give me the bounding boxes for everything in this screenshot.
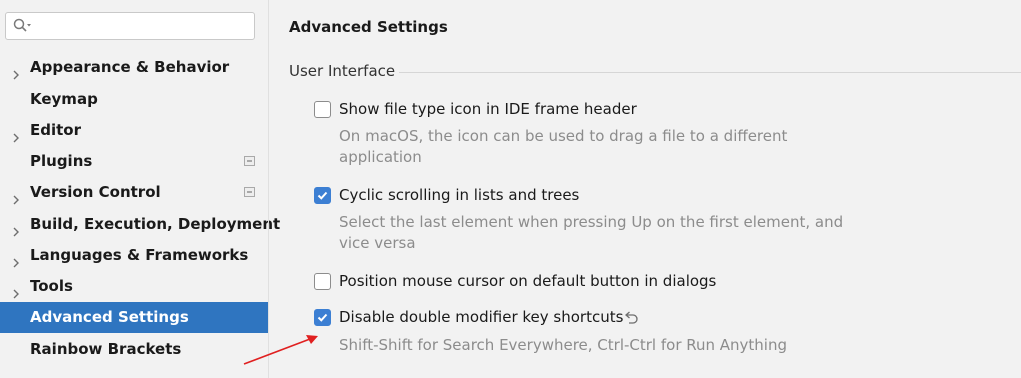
option-description-line: application [339, 148, 422, 166]
chevron-right-icon [10, 124, 22, 143]
section-title: User Interface [289, 62, 396, 80]
sidebar-item-label: Advanced Settings [30, 308, 189, 326]
option-description: Shift-Shift for Search Everywhere, Ctrl-… [339, 335, 859, 356]
sidebar-item-label: Appearance & Behavior [30, 58, 230, 76]
chevron-right-icon [10, 186, 22, 205]
position-mouse-cursor-checkbox[interactable] [314, 273, 331, 290]
settings-sidebar: Appearance & Behavior Keymap Editor Plug… [0, 0, 280, 378]
chevron-right-icon [10, 61, 22, 80]
search-input[interactable] [5, 12, 255, 40]
checkmark-icon [317, 313, 328, 322]
checkmark-icon [317, 191, 328, 200]
option-description: On macOS, the icon can be used to drag a… [339, 126, 859, 168]
sidebar-item-build-execution-deployment[interactable]: Build, Execution, Deployment [0, 209, 280, 240]
sidebar-item-label: Version Control [30, 183, 161, 201]
sidebar-item-rainbow-brackets[interactable]: Rainbow Brackets [0, 334, 268, 365]
option-label: Cyclic scrolling in lists and trees [339, 186, 580, 204]
settings-content: Advanced Settings User Interface Show fi… [269, 0, 1021, 378]
project-level-icon [244, 187, 255, 197]
search-icon [13, 18, 33, 38]
option-label: Position mouse cursor on default button … [339, 272, 717, 290]
chevron-right-icon [10, 280, 22, 299]
sidebar-item-label: Rainbow Brackets [30, 340, 182, 358]
sidebar-item-tools[interactable]: Tools [0, 271, 268, 302]
sidebar-item-label: Editor [30, 121, 81, 139]
option-label: Disable double modifier key shortcuts [339, 308, 624, 326]
disable-double-modifier-checkbox[interactable] [314, 309, 331, 326]
option-description-line: On macOS, the icon can be used to drag a… [339, 127, 788, 145]
chevron-right-icon [10, 249, 22, 268]
option-description: Select the last element when pressing Up… [339, 212, 859, 254]
page-title: Advanced Settings [289, 18, 448, 36]
option-description-line: Shift-Shift for Search Everywhere, Ctrl-… [339, 336, 788, 354]
option-description-line: Select the last element when pressing Up… [339, 213, 844, 231]
sidebar-item-label: Build, Execution, Deployment [30, 215, 281, 233]
sidebar-item-label: Keymap [30, 90, 98, 108]
sidebar-item-plugins[interactable]: Plugins [0, 146, 268, 177]
sidebar-item-appearance-behavior[interactable]: Appearance & Behavior [0, 52, 268, 83]
section-divider [399, 72, 1021, 73]
sidebar-item-label: Languages & Frameworks [30, 246, 249, 264]
sidebar-item-label: Tools [30, 277, 73, 295]
sidebar-item-advanced-settings[interactable]: Advanced Settings [0, 302, 268, 333]
sidebar-item-languages-frameworks[interactable]: Languages & Frameworks [0, 240, 268, 271]
show-file-type-icon-checkbox[interactable] [314, 101, 331, 118]
chevron-right-icon [10, 218, 22, 237]
sidebar-item-version-control[interactable]: Version Control [0, 177, 268, 208]
cyclic-scrolling-checkbox[interactable] [314, 187, 331, 204]
annotation-arrow-icon [243, 335, 318, 365]
reset-to-default-icon[interactable] [623, 310, 639, 329]
sidebar-item-editor[interactable]: Editor [0, 115, 268, 146]
sidebar-item-label: Plugins [30, 152, 93, 170]
project-level-icon [244, 156, 255, 166]
option-label: Show file type icon in IDE frame header [339, 100, 637, 118]
sidebar-item-keymap[interactable]: Keymap [0, 84, 268, 115]
option-description-line: vice versa [339, 234, 416, 252]
